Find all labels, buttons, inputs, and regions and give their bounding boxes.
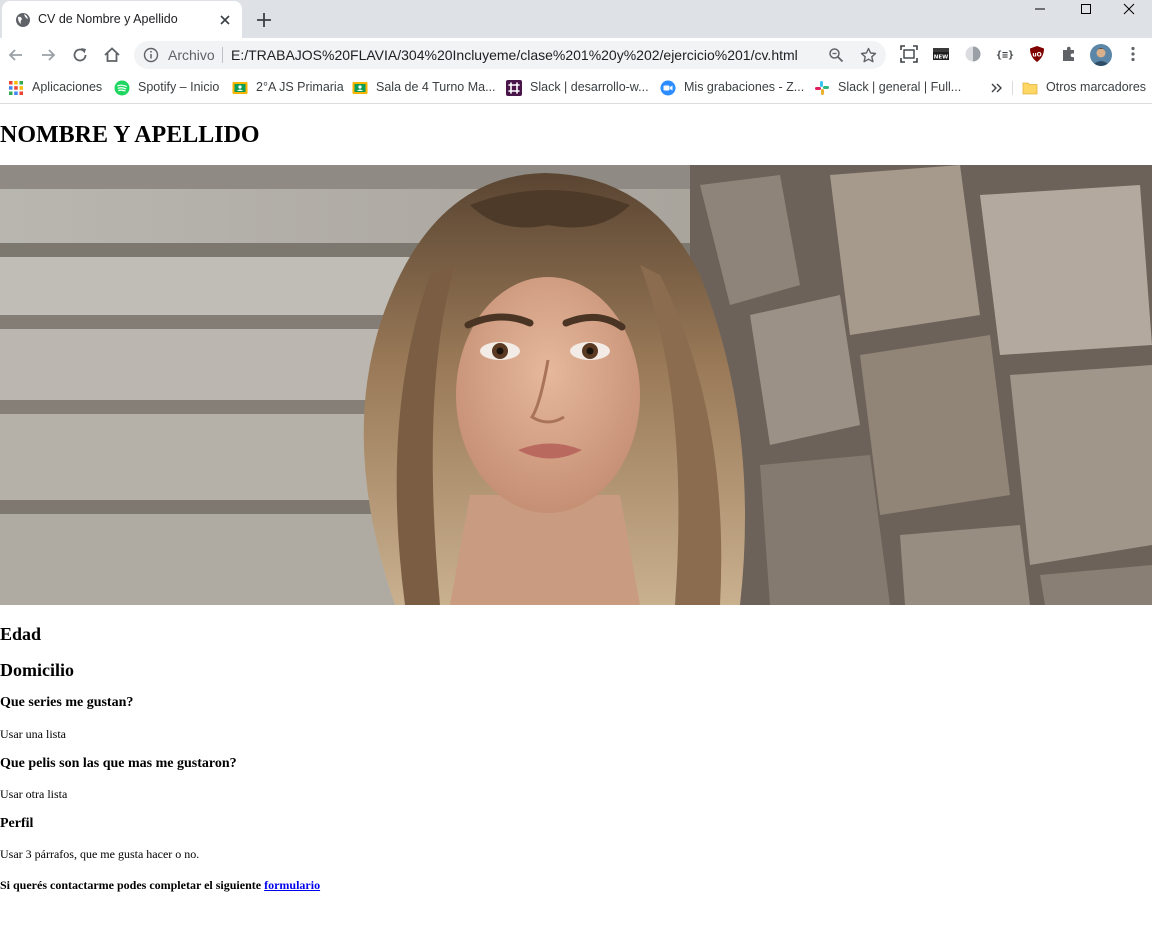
pelis-text: Usar otra lista [0,787,68,801]
slack-icon [506,80,522,96]
zoom-icon[interactable] [828,47,844,63]
ublock-shield-icon[interactable]: uO [1028,45,1046,63]
series-text: Usar una lista [0,727,66,741]
bookmarks-bar: Aplicaciones Spotify – Inicio 2°A JS Pri… [0,72,1152,104]
apps-grid-icon [8,80,24,96]
back-arrow-icon[interactable] [6,45,26,65]
bookmark-label: Otros marcadores [1046,80,1147,94]
reload-icon[interactable] [70,45,90,65]
close-icon[interactable] [217,12,233,28]
info-icon[interactable] [143,47,159,63]
section-pelis-heading: Que pelis son las que mas me gustaron? [0,756,237,771]
minimize-button[interactable] [1017,0,1063,22]
profile-avatar[interactable] [1090,44,1112,66]
portrait-photo [0,165,1152,605]
formulario-link[interactable]: formulario [264,878,320,892]
maximize-button[interactable] [1063,0,1109,22]
bookmark-label: Aplicaciones [32,80,103,94]
extensions-puzzle-icon[interactable] [1060,45,1078,63]
gray-extension-icon[interactable] [964,45,982,63]
svg-text:uO: uO [1032,52,1041,59]
new-extension-icon[interactable]: NEW [932,45,950,63]
url-text[interactable]: E:/TRABAJOS%20FLAVIA/304%20Incluyeme/cla… [231,47,798,63]
json-viewer-icon[interactable]: {≡} [996,45,1014,63]
page-title: NOMBRE Y APELLIDO [0,122,260,148]
screen-capture-icon[interactable] [900,45,918,63]
bookmark-label: 2°A JS Primaria [256,80,344,94]
contact-line: Si querés contactarme podes completar el… [0,878,320,893]
svg-text:NEW: NEW [934,55,948,61]
forward-arrow-icon[interactable] [38,45,58,65]
section-edad: Edad [0,624,42,644]
bookmark-star-icon[interactable] [860,47,877,64]
bookmark-label: Mis grabaciones - Z... [684,80,805,94]
file-scheme-label: Archivo [168,47,215,63]
browser-tab[interactable]: CV de Nombre y Apellido [2,1,242,38]
zoom-icon [660,80,676,96]
classroom-icon [232,80,248,96]
bookmark-label: Spotify – Inicio [138,80,220,94]
perfil-text: Usar 3 párrafos, que me gusta hacer o no… [0,847,200,861]
omnibox-divider [222,47,223,63]
globe-icon [15,12,31,28]
section-series-heading: Que series me gustan? [0,695,134,710]
bookmark-label: Sala de 4 Turno Ma... [376,80,496,94]
bookmark-label: Slack | general | Full... [838,80,962,94]
section-domicilio: Domicilio [0,660,74,680]
bookmark-label: Slack | desarrollo-w... [530,80,649,94]
section-perfil-heading: Perfil [0,816,34,831]
chevron-double-right-icon[interactable] [990,80,1004,96]
folder-icon [1022,80,1038,96]
home-icon[interactable] [102,45,122,65]
contact-text: Si querés contactarme podes completar el… [0,878,265,892]
slack-icon [814,80,830,96]
window-close-button[interactable] [1106,0,1152,22]
svg-text:{≡}: {≡} [996,50,1014,61]
new-tab-button[interactable] [254,10,274,30]
tab-title: CV de Nombre y Apellido [38,12,178,26]
tab-bar: CV de Nombre y Apellido [0,0,1152,38]
spotify-icon [114,80,130,96]
more-vertical-icon[interactable] [1124,45,1142,63]
classroom-icon [352,80,368,96]
address-bar[interactable]: Archivo E:/TRABAJOS%20FLAVIA/304%20Inclu… [134,41,886,69]
page-content: NOMBRE Y APELLIDO Edad Domicilio Que ser… [0,105,1152,938]
bookmarks-divider [1012,81,1013,95]
